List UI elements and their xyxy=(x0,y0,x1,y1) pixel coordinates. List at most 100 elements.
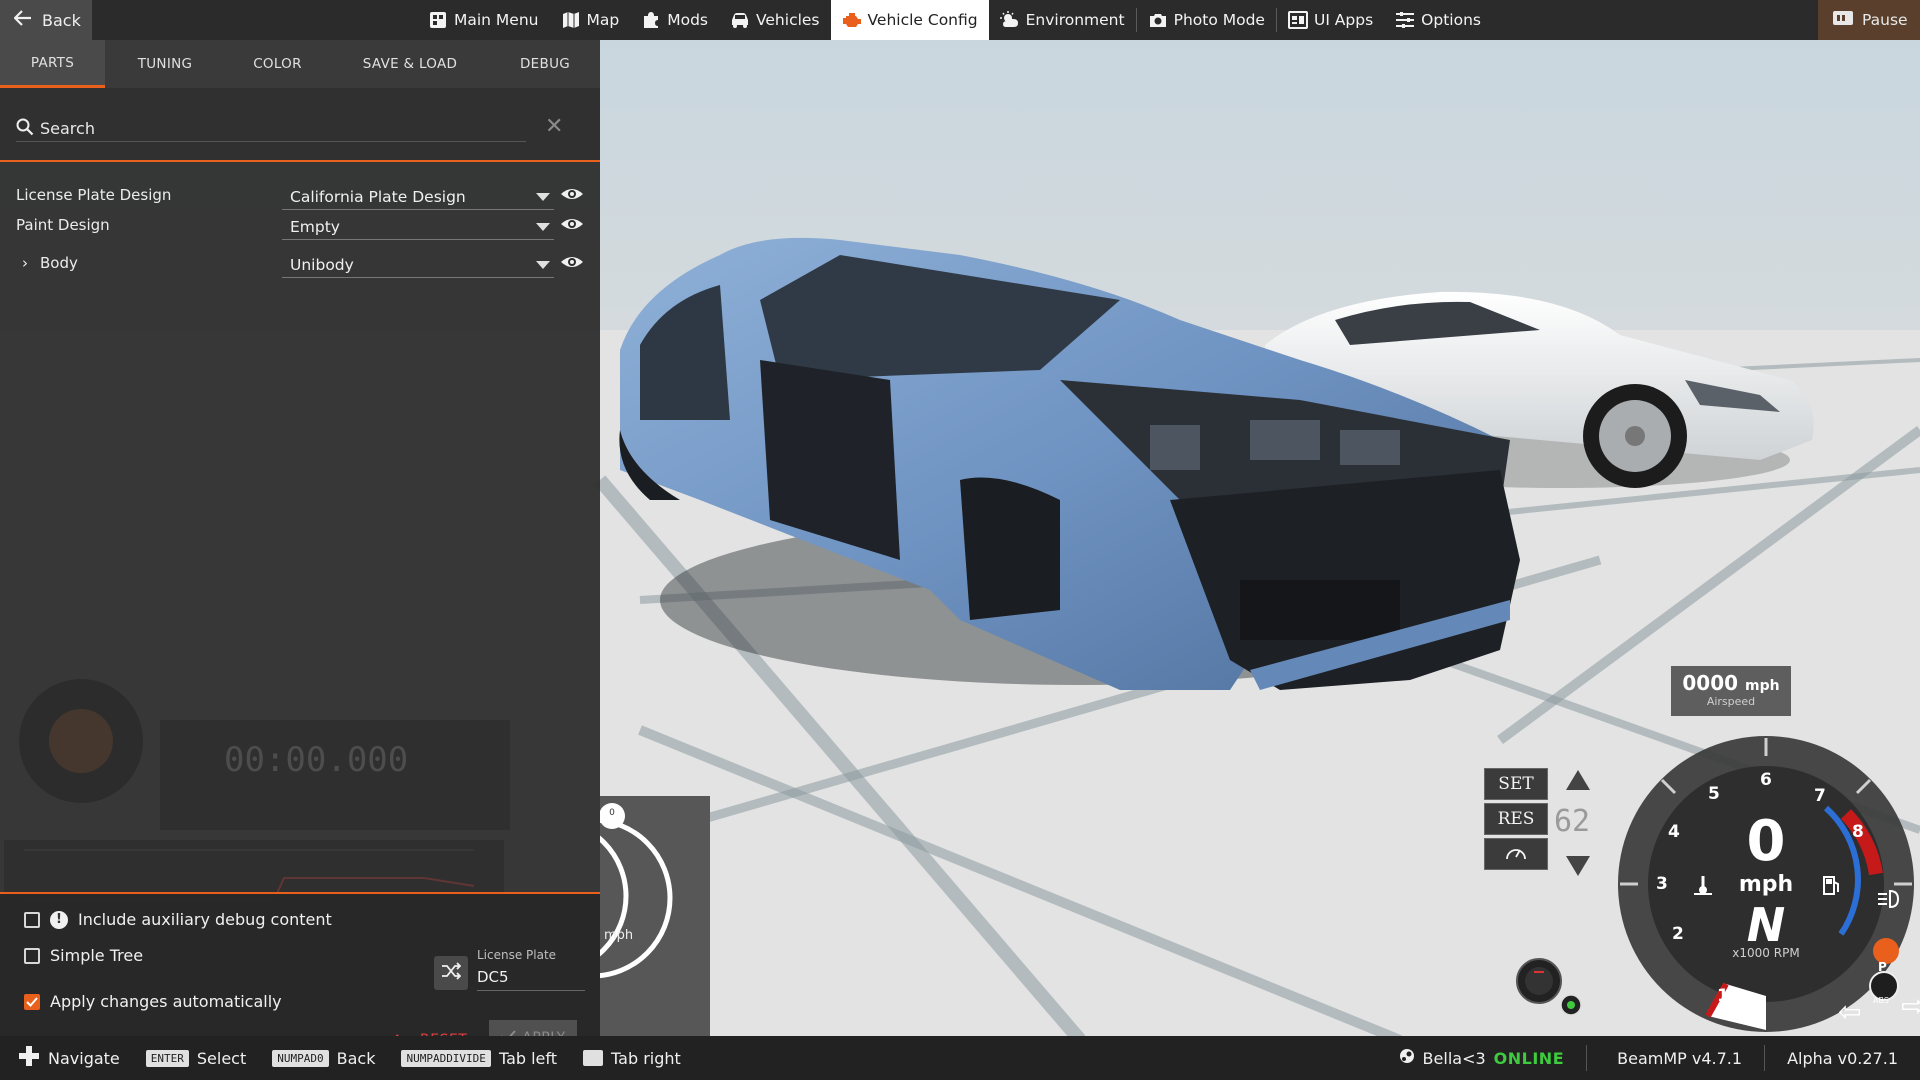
airspeed-value: 0000 xyxy=(1682,671,1739,695)
part-select-value: California Plate Design xyxy=(290,188,466,206)
cruise-control-app: SET RES 62 xyxy=(1484,768,1590,876)
map-icon xyxy=(561,10,581,30)
checkbox-box xyxy=(24,911,40,928)
puzzle-icon xyxy=(641,10,661,30)
car-icon xyxy=(730,10,750,30)
nav-options[interactable]: Options xyxy=(1384,0,1492,40)
tab-save-load[interactable]: SAVE & LOAD xyxy=(330,40,490,88)
hint-label: Tab right xyxy=(611,1048,681,1068)
nav-mods-label: Mods xyxy=(667,11,708,29)
part-select-paint-design[interactable]: Empty xyxy=(282,214,554,240)
tab-parts[interactable]: PARTS xyxy=(0,40,105,88)
engine-start-stop-button[interactable] xyxy=(1516,958,1562,1004)
part-select-value: Empty xyxy=(290,218,340,236)
expand-chevron-icon[interactable]: › xyxy=(22,254,28,272)
tachometer-gauge: 1 2 3 4 5 6 7 8 0 mph N x1000 RPM ⇨ P AB… xyxy=(1616,734,1920,1034)
rpm-tick: 6 xyxy=(1760,770,1772,790)
nav-main-menu[interactable]: Main Menu xyxy=(417,0,550,40)
airspeed-app: 0000 mph Airspeed xyxy=(1671,666,1791,716)
shuffle-plate-button[interactable] xyxy=(434,956,468,990)
back-label: Back xyxy=(42,10,81,30)
eye-icon[interactable] xyxy=(560,252,584,272)
cruise-speed-adjust: 62 xyxy=(1554,768,1598,878)
apply-automatically-label: Apply changes automatically xyxy=(50,992,282,1011)
airspeed-unit: mph xyxy=(1745,678,1780,694)
chevron-down-icon xyxy=(536,193,550,201)
gear-indicator: N xyxy=(1746,898,1786,952)
license-plate-input[interactable]: DC5 xyxy=(477,968,585,991)
nav-main-menu-label: Main Menu xyxy=(454,11,539,29)
nav-vehicles[interactable]: Vehicles xyxy=(719,0,831,40)
airspeed-caption: Airspeed xyxy=(1706,695,1756,708)
debug-content-checkbox[interactable]: ! Include auxiliary debug content xyxy=(24,910,332,929)
search-placeholder: Search xyxy=(40,119,95,138)
top-menu-bar: Back Main Menu Map Mods Vehicles Vehicle… xyxy=(0,0,1920,40)
coolant-temp-icon xyxy=(1692,874,1714,900)
rpm-tick: 7 xyxy=(1814,786,1826,806)
license-plate-caption: License Plate xyxy=(477,948,557,962)
cruise-res-button[interactable]: RES xyxy=(1484,803,1548,835)
speed-unit: mph xyxy=(1738,872,1794,897)
rpm-caption: x1000 RPM xyxy=(1732,946,1800,960)
nav-vehicle-config[interactable]: Vehicle Config xyxy=(830,0,989,40)
hint-label: Tab left xyxy=(498,1048,558,1068)
nav-environment-label: Environment xyxy=(1025,11,1125,29)
nav-map[interactable]: Map xyxy=(550,0,631,40)
cruise-set-button[interactable]: SET xyxy=(1484,768,1548,800)
part-label: Body xyxy=(40,254,78,272)
nav-environment[interactable]: Environment xyxy=(989,0,1136,40)
sliders-icon xyxy=(1395,10,1415,30)
license-plate-field[interactable]: License Plate DC5 xyxy=(477,948,585,991)
search-input[interactable]: Search xyxy=(16,116,526,142)
part-select-body[interactable]: Unibody xyxy=(282,252,554,278)
power-icon xyxy=(1516,958,1562,1004)
part-select-license-plate-design[interactable]: California Plate Design xyxy=(282,184,554,210)
hint-label: Back xyxy=(336,1048,376,1068)
eye-icon[interactable] xyxy=(560,184,584,204)
part-row-paint-design: Paint Design Empty xyxy=(0,212,600,242)
online-status: ONLINE xyxy=(1493,1048,1565,1068)
nav-photo-mode[interactable]: Photo Mode xyxy=(1137,0,1276,40)
cruise-speedometer-button[interactable] xyxy=(1484,838,1548,870)
engine-icon xyxy=(842,10,862,30)
warning-icon: ! xyxy=(50,910,68,929)
nav-vehicle-config-label: Vehicle Config xyxy=(867,11,978,29)
nav-ui-apps-label: UI Apps xyxy=(1313,11,1374,29)
hint-tab-left: NUMPADDIVIDE Tab left xyxy=(401,1049,557,1068)
part-select-value: Unibody xyxy=(290,256,354,274)
tab-tuning[interactable]: TUNING xyxy=(105,40,225,88)
weather-icon xyxy=(999,10,1020,30)
status-right: Bella<3 ONLINE BeamMP v4.7.1 Alpha v0.27… xyxy=(1377,1036,1920,1080)
keycap: ENTER xyxy=(145,1049,189,1067)
keycap: NUMPADDIVIDE xyxy=(401,1049,491,1067)
user-status: Bella<3 ONLINE xyxy=(1377,1045,1587,1071)
hint-select: ENTER Select xyxy=(145,1049,246,1068)
mini-gauge-unit: mph xyxy=(604,928,634,943)
part-row-license-plate-design: License Plate Design California Plate De… xyxy=(0,182,600,212)
part-label: License Plate Design xyxy=(16,186,172,204)
camera-icon xyxy=(1148,10,1168,30)
pause-label: Pause xyxy=(1862,11,1908,29)
nav-vehicles-label: Vehicles xyxy=(756,11,820,29)
clear-search-icon[interactable]: ✕ xyxy=(545,116,563,138)
rpm-tick: 1 xyxy=(1717,986,1729,1006)
hint-tab-right: Tab right xyxy=(583,1049,681,1068)
ghost-dial-app xyxy=(16,676,146,806)
nav-ui-apps[interactable]: UI Apps xyxy=(1277,0,1384,40)
apply-automatically-checkbox[interactable]: Apply changes automatically xyxy=(24,992,282,1011)
vehicle-config-panel: PARTS TUNING COLOR SAVE & LOAD DEBUG Sea… xyxy=(0,40,600,1076)
simple-tree-checkbox[interactable]: Simple Tree xyxy=(24,946,143,965)
pause-button[interactable]: Pause xyxy=(1818,0,1920,40)
esc-icon xyxy=(1560,994,1582,1016)
rpm-tick: 5 xyxy=(1708,784,1720,804)
speedometer-icon xyxy=(1505,843,1527,866)
back-button[interactable]: Back xyxy=(0,0,92,40)
eye-icon[interactable] xyxy=(560,214,584,234)
tab-color[interactable]: COLOR xyxy=(225,40,330,88)
turn-left-arrow-icon: ⇦ xyxy=(1838,995,1862,1028)
headlights-icon xyxy=(1876,888,1902,910)
keycap: NUMPAD0 xyxy=(272,1049,329,1067)
tab-debug[interactable]: DEBUG xyxy=(490,40,600,88)
nav-mods[interactable]: Mods xyxy=(630,0,719,40)
simple-tree-label: Simple Tree xyxy=(50,946,144,965)
